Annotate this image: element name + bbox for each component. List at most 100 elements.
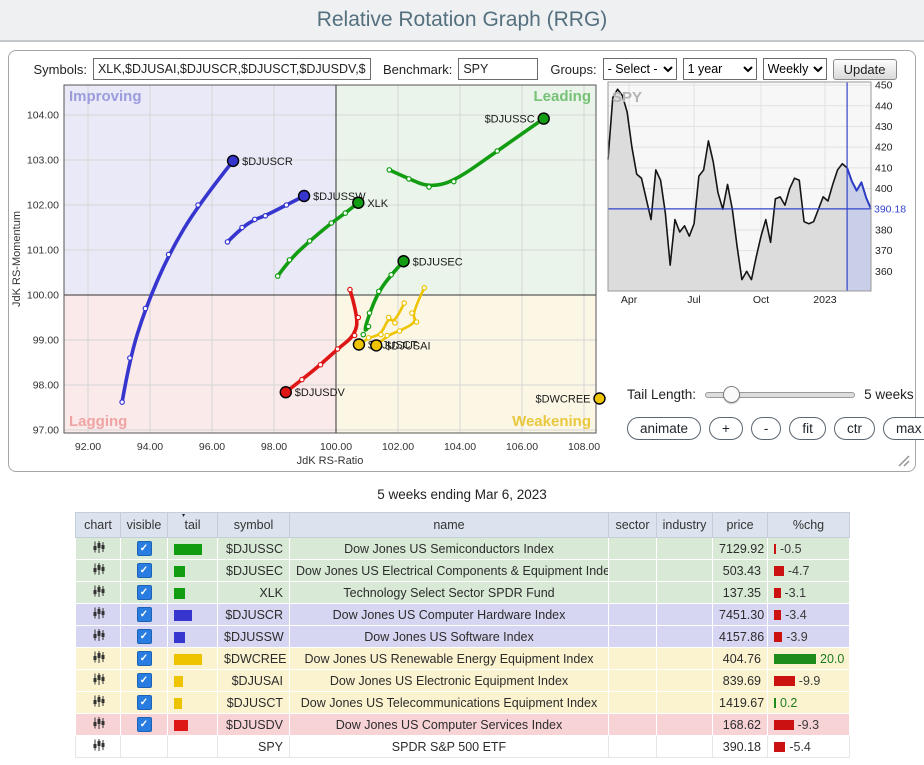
chart-icon[interactable]	[92, 650, 105, 664]
visible-checkbox[interactable]: ✓	[137, 541, 152, 556]
chart-icon[interactable]	[92, 628, 105, 642]
visible-cell[interactable]: ✓	[121, 560, 168, 582]
table-row[interactable]: ✓$DJUSAIDow Jones US Electronic Equipmen…	[76, 670, 850, 692]
chart-cell[interactable]	[76, 626, 121, 648]
column-header-tail[interactable]: tail▾	[168, 513, 218, 538]
sector-cell	[609, 560, 657, 582]
rrg-dot-$DJUSEC[interactable]	[398, 256, 409, 267]
table-row[interactable]: SPYSPDR S&P 500 ETF390.18-5.4	[76, 736, 850, 758]
chart-icon[interactable]	[92, 540, 105, 554]
pct-chg-bar	[774, 654, 816, 664]
zoom-in-button[interactable]: +	[709, 417, 743, 440]
rrg-dot-$DJUSSW[interactable]	[299, 191, 310, 202]
pct-chg-cell: 0.2	[768, 692, 850, 714]
pct-chg-value: -9.9	[799, 674, 821, 688]
rrg-dot-$DJUSSC[interactable]	[538, 113, 549, 124]
rrg-dot-$DJUSAI[interactable]	[371, 340, 382, 351]
industry-cell	[657, 538, 713, 560]
visible-cell[interactable]: ✓	[121, 670, 168, 692]
zoom-out-button[interactable]: -	[751, 417, 782, 440]
chart-cell[interactable]	[76, 560, 121, 582]
name-cell: SPDR S&P 500 ETF	[290, 736, 609, 758]
center-button[interactable]: ctr	[834, 417, 875, 440]
visible-checkbox[interactable]: ✓	[137, 651, 152, 666]
rrg-dot-XLK[interactable]	[353, 197, 364, 208]
visible-checkbox[interactable]: ✓	[137, 673, 152, 688]
chart-icon[interactable]	[92, 738, 105, 752]
column-header-sector[interactable]: sector	[609, 513, 657, 538]
table-row[interactable]: ✓XLKTechnology Select Sector SPDR Fund13…	[76, 582, 850, 604]
chart-icon[interactable]	[92, 694, 105, 708]
chart-cell[interactable]	[76, 604, 121, 626]
table-header-row: chartvisibletail▾symbolnamesectorindustr…	[76, 513, 850, 538]
update-button[interactable]: Update	[833, 59, 897, 80]
column-header-chg[interactable]: %chg	[768, 513, 850, 538]
visible-cell[interactable]: ✓	[121, 626, 168, 648]
pct-chg-value: -0.5	[780, 542, 802, 556]
price-cell: 4157.86	[713, 626, 768, 648]
chart-cell[interactable]	[76, 714, 121, 736]
svg-text:2023: 2023	[813, 294, 837, 306]
table-row[interactable]: ✓$DJUSDVDow Jones US Computer Services I…	[76, 714, 850, 736]
chart-icon[interactable]	[92, 584, 105, 598]
chart-icon[interactable]	[92, 606, 105, 620]
price-cell: 390.18	[713, 736, 768, 758]
column-header-chart[interactable]: chart	[76, 513, 121, 538]
quadrant-label-leading: Leading	[533, 88, 591, 105]
table-row[interactable]: ✓$DWCREEDow Jones US Renewable Energy Eq…	[76, 648, 850, 670]
visible-checkbox[interactable]: ✓	[137, 629, 152, 644]
rrg-dot-$DJUSCR[interactable]	[228, 155, 239, 166]
visible-checkbox[interactable]: ✓	[137, 585, 152, 600]
table-row[interactable]: ✓$DJUSSWDow Jones US Software Index4157.…	[76, 626, 850, 648]
tail-length-slider-thumb[interactable]	[723, 386, 740, 403]
visible-cell[interactable]	[121, 736, 168, 758]
table-row[interactable]: ✓$DJUSSCDow Jones US Semiconductors Inde…	[76, 538, 850, 560]
visible-checkbox[interactable]: ✓	[137, 563, 152, 578]
tail-swatch	[174, 698, 182, 709]
period-select[interactable]: 1 year	[683, 58, 757, 80]
table-row[interactable]: ✓$DJUSCRDow Jones US Computer Hardware I…	[76, 604, 850, 626]
resize-grip-icon[interactable]	[896, 453, 910, 467]
symbols-input[interactable]	[93, 58, 371, 80]
pct-chg-cell: -0.5	[768, 538, 850, 560]
animate-button[interactable]: animate	[627, 417, 701, 440]
tail-cell	[168, 538, 218, 560]
groups-select[interactable]: - Select -	[603, 58, 677, 80]
chart-cell[interactable]	[76, 736, 121, 758]
chart-icon[interactable]	[92, 562, 105, 576]
visible-cell[interactable]: ✓	[121, 692, 168, 714]
column-header-visible[interactable]: visible	[121, 513, 168, 538]
visible-cell[interactable]: ✓	[121, 604, 168, 626]
column-header-price[interactable]: price	[713, 513, 768, 538]
chart-cell[interactable]	[76, 582, 121, 604]
max-button[interactable]: max	[883, 417, 924, 440]
column-header-symbol[interactable]: symbol	[218, 513, 290, 538]
fit-button[interactable]: fit	[789, 417, 826, 440]
chart-cell[interactable]	[76, 670, 121, 692]
visible-checkbox[interactable]: ✓	[137, 695, 152, 710]
visible-checkbox[interactable]: ✓	[137, 607, 152, 622]
rrg-dot-$DWCREE[interactable]	[594, 393, 605, 404]
chart-cell[interactable]	[76, 538, 121, 560]
table-row[interactable]: ✓$DJUSECDow Jones US Electrical Componen…	[76, 560, 850, 582]
chart-icon[interactable]	[92, 672, 105, 686]
chart-cell[interactable]	[76, 648, 121, 670]
chart-icon[interactable]	[92, 716, 105, 730]
rrg-dot-$DJUSCT[interactable]	[353, 339, 364, 350]
symbol-cell: $DJUSCR	[218, 604, 290, 626]
rrg-dot-$DJUSDV[interactable]	[280, 387, 291, 398]
visible-cell[interactable]: ✓	[121, 648, 168, 670]
column-header-name[interactable]: name	[290, 513, 609, 538]
industry-cell	[657, 560, 713, 582]
tail-length-slider[interactable]	[705, 392, 855, 398]
column-header-industry[interactable]: industry	[657, 513, 713, 538]
visible-checkbox[interactable]: ✓	[137, 717, 152, 732]
pct-chg-cell: -3.9	[768, 626, 850, 648]
visible-cell[interactable]: ✓	[121, 538, 168, 560]
table-row[interactable]: ✓$DJUSCTDow Jones US Telecommunications …	[76, 692, 850, 714]
visible-cell[interactable]: ✓	[121, 714, 168, 736]
visible-cell[interactable]: ✓	[121, 582, 168, 604]
frequency-select[interactable]: Weekly	[763, 58, 827, 80]
benchmark-input[interactable]	[458, 58, 538, 80]
chart-cell[interactable]	[76, 692, 121, 714]
